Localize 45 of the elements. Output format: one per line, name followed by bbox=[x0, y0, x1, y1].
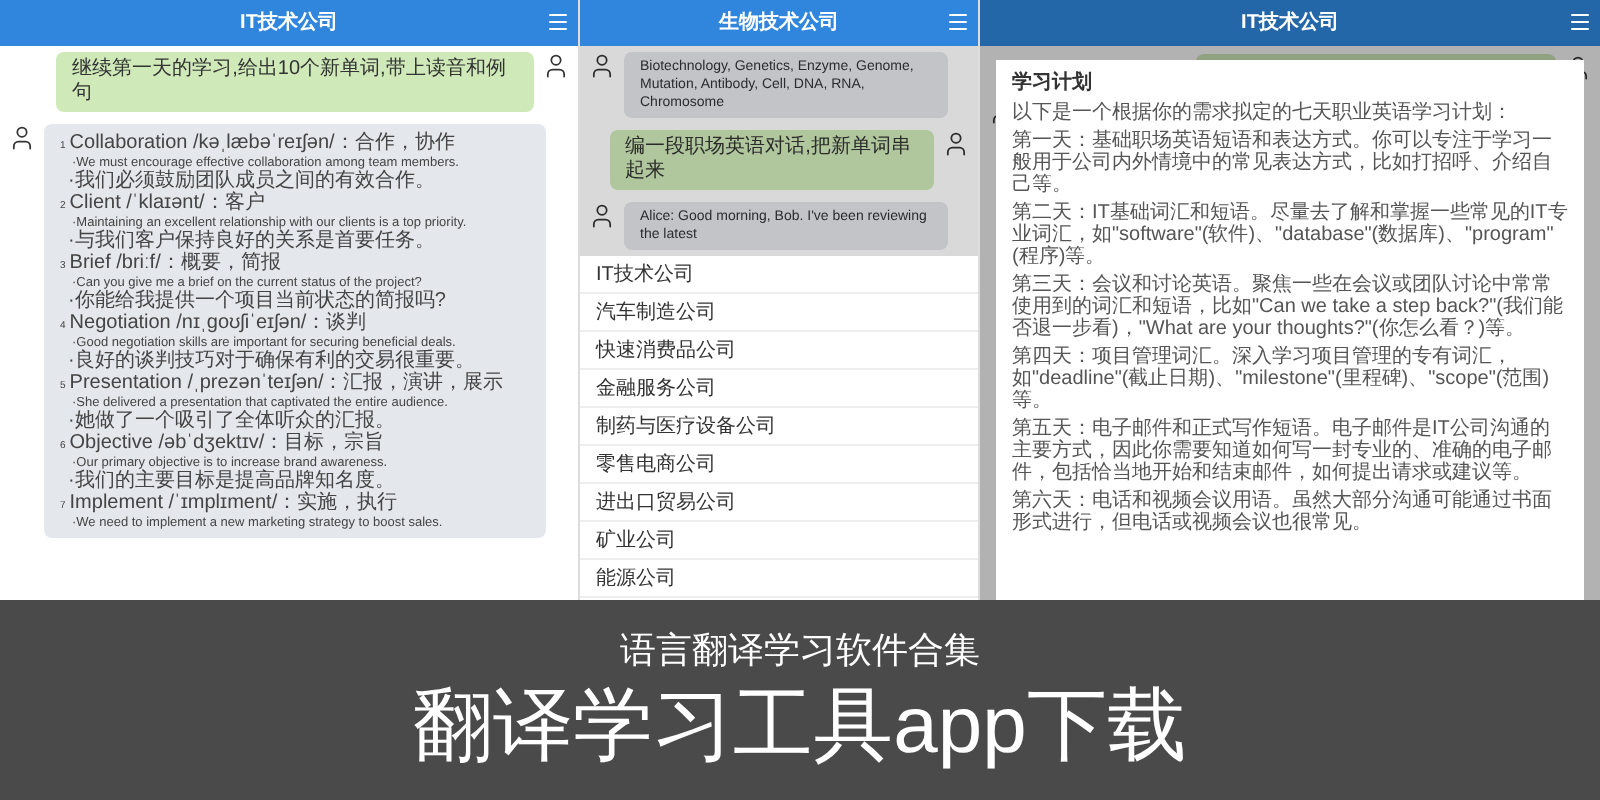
menu-item[interactable]: 矿业公司 bbox=[580, 522, 978, 560]
user-avatar-icon bbox=[542, 52, 570, 80]
user-avatar-icon bbox=[942, 130, 970, 158]
plan-paragraph: 第二天：IT基础词汇和短语。尽量去了解和掌握一些常见的IT专业词汇，如"software"(软件)、"database"(数据库)、"program"(程序)等。 bbox=[1012, 202, 1568, 268]
header-title: IT技术公司 bbox=[240, 9, 338, 38]
vocab-word: Implement /ˈɪmplɪment/：实施，执行 bbox=[69, 492, 398, 514]
banner-subtitle: 语言翻译学习软件合集 bbox=[620, 628, 980, 672]
example-translation: ·我们必须鼓励团队成员之间的有效合作。 bbox=[66, 170, 437, 192]
example-translation: ·良好的谈判技巧对于确保有利的交易很重要。 bbox=[66, 350, 477, 372]
dialog-title: 学习计划 bbox=[1012, 72, 1094, 96]
header-title: IT技术公司 bbox=[1241, 9, 1339, 38]
example-translation: ·我们的主要目标是提高品牌知名度。 bbox=[66, 470, 397, 492]
user-message-bubble: 编一段职场英语对话,把新单词串起来 bbox=[609, 130, 934, 190]
vocab-word: Brief /briːf/：概要，简报 bbox=[69, 252, 281, 274]
menu-item[interactable]: 制药与医疗设备公司 bbox=[580, 408, 978, 446]
user-avatar-icon bbox=[8, 124, 36, 152]
plan-paragraph: 第五天：电子邮件和正式写作短语。电子邮件是IT公司沟通的主要方式，因此你需要知道如何写一封专业的、准确的电子邮件，包括恰当地开始和结束邮件，如何提出请求或建议等。 bbox=[1012, 418, 1554, 484]
example-translation: ·与我们客户保持良好的关系是首要任务。 bbox=[66, 230, 437, 252]
menu-icon[interactable] bbox=[946, 10, 970, 34]
banner-title: 翻译学习工具app下载 bbox=[413, 680, 1187, 772]
menu-item[interactable]: 金融服务公司 bbox=[580, 370, 978, 408]
plan-paragraph: 第一天：基础职场英语短语和表达方式。你可以专注于学习一般用于公司内外情境中的常见表达方式，比如打招呼、介绍自己等。 bbox=[1012, 130, 1554, 196]
menu-icon[interactable] bbox=[546, 10, 570, 34]
menu-item[interactable]: IT技术公司 bbox=[580, 256, 978, 294]
example-translation: ·你能给我提供一个项目当前状态的简报吗? bbox=[66, 290, 448, 312]
example-translation: ·她做了一个吸引了全体听众的汇报。 bbox=[66, 410, 397, 432]
user-avatar-icon bbox=[588, 52, 616, 80]
vocab-word: Collaboration /kəˌlæbəˈreɪʃən/：合作，协作 bbox=[69, 132, 455, 154]
menu-item[interactable]: 汽车制造公司 bbox=[580, 294, 978, 332]
menu-item[interactable]: 能源公司 bbox=[580, 560, 978, 598]
menu-icon[interactable] bbox=[1568, 10, 1592, 34]
user-message-bubble: 继续第一天的学习,给出10个新单词,带上读音和例句 bbox=[56, 52, 534, 112]
vocab-word: Client /ˈklaɪənt/：客户 bbox=[69, 192, 265, 214]
menu-item[interactable]: 快速消费品公司 bbox=[580, 332, 978, 370]
vocab-word: Objective /əbˈdʒektɪv/：目标，宗旨 bbox=[69, 432, 385, 454]
plan-paragraph: 第四天：项目管理词汇。深入学习项目管理的专有词汇，如"deadline"(截止日期)、"milestone"(里程碑)、"scope"(范围)等。 bbox=[1012, 346, 1552, 412]
plan-paragraph: 第三天：会议和讨论英语。聚焦一些在会议或团队讨论中常常使用到的词汇和短语，比如"Can we take a step back?"(我们能否退一步看)，"What are your thoughts?"(你怎么看？)等。 bbox=[1012, 274, 1565, 340]
header-title: 生物技术公司 bbox=[719, 9, 839, 38]
vocab-word: Presentation /ˌprezənˈteɪʃən/：汇报，演讲，展示 bbox=[69, 372, 504, 394]
plan-paragraph: 以下是一个根据你的需求拟定的七天职业英语学习计划： bbox=[1012, 102, 1514, 124]
vocab-word: Negotiation /nɪˌɡoʊʃiˈeɪʃən/：谈判 bbox=[69, 312, 367, 334]
user-avatar-icon bbox=[588, 202, 616, 230]
plan-paragraph: 第六天：电话和视频会议用语。虽然大部分沟通可能通过书面形式进行，但电话或视频会议也很常见。 bbox=[1012, 490, 1554, 534]
menu-item[interactable]: 零售电商公司 bbox=[580, 446, 978, 484]
menu-item[interactable]: 进出口贸易公司 bbox=[580, 484, 978, 522]
